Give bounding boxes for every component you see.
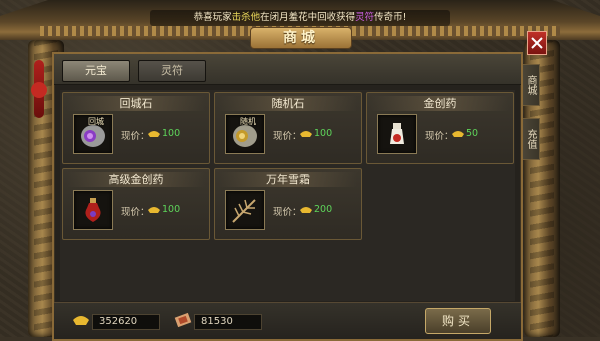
gold-ingot-icon (73, 316, 89, 325)
item-icon-slot (225, 190, 265, 230)
gold-ingot-icon (300, 131, 312, 137)
gold-ingot-icon (148, 207, 160, 213)
item-card-advanced-healing-potion[interactable]: 高级金创药 现价： 100 (62, 168, 210, 240)
item-name: 高级金创药 (67, 172, 205, 187)
price-value: 100 (314, 128, 333, 139)
item-icon-slot (73, 190, 113, 230)
currency-tabs: 元宝 灵符 (54, 54, 521, 85)
item-icon-slot: 随机 (225, 114, 265, 154)
announcement-ticker: 恭喜玩家击杀他在闭月羞花中回收获得灵符传奇币! (150, 10, 450, 26)
window-title: 商城 (250, 27, 352, 49)
gold-ingot-icon (452, 131, 464, 137)
side-tab-recharge[interactable]: 充值 (521, 118, 540, 160)
price-label: 现价： (273, 207, 302, 218)
red-tassel-ornament (31, 60, 47, 118)
price-label: 现价： (425, 131, 454, 142)
tab-talisman[interactable]: 灵符 (138, 60, 206, 82)
announcement-item: 灵符 (355, 12, 375, 23)
price-label: 现价： (273, 131, 302, 142)
currency-footer: 352620 81530 购买 (54, 302, 521, 339)
announcement-player: 击杀他 (231, 12, 261, 23)
close-button[interactable] (527, 31, 547, 55)
item-icon-slot (377, 114, 417, 154)
item-icon-label: 随机 (240, 117, 256, 126)
close-icon (531, 37, 543, 49)
herb-icon (232, 199, 256, 223)
item-grid: 回城石 回城 现价： 100 随机石 随机 现价： 100 金创药 现价： 50… (60, 90, 515, 301)
item-name: 回城石 (67, 96, 205, 111)
item-card-random-stone[interactable]: 随机石 随机 现价： 100 (214, 92, 362, 164)
side-tab-shop[interactable]: 商城 (521, 64, 540, 106)
announcement-middle: 在闭月羞花中回收获得 (260, 12, 356, 23)
price-value: 200 (314, 204, 333, 215)
price-value: 50 (466, 128, 479, 139)
buy-button[interactable]: 购买 (425, 308, 491, 334)
gold-ingot-icon (148, 131, 160, 137)
price-label: 现价： (121, 207, 150, 218)
price-value: 100 (162, 204, 181, 215)
tab-gold-ingot[interactable]: 元宝 (62, 60, 130, 82)
price-label: 现价： (121, 131, 150, 142)
potion-icon (390, 123, 404, 144)
announcement-prefix: 恭喜玩家 (193, 12, 232, 23)
talisman-balance: 81530 (194, 314, 262, 330)
item-icon-label: 回城 (88, 117, 104, 126)
item-name: 随机石 (219, 96, 357, 111)
gold-ingot-balance: 352620 (92, 314, 160, 330)
talisman-icon (174, 312, 192, 328)
item-card-return-stone[interactable]: 回城石 回城 现价： 100 (62, 92, 210, 164)
item-card-healing-potion[interactable]: 金创药 现价： 50 (366, 92, 514, 164)
item-name: 万年雪霜 (219, 172, 357, 187)
price-value: 100 (162, 128, 181, 139)
item-icon-slot: 回城 (73, 114, 113, 154)
item-card-snow-frost[interactable]: 万年雪霜 现价： 200 (214, 168, 362, 240)
announcement-suffix: 传奇币! (374, 12, 407, 23)
red-potion-icon (85, 198, 101, 222)
shop-panel: 元宝 灵符 回城石 回城 现价： 100 随机石 随机 现价： 100 金创药 … (52, 52, 523, 341)
gold-ingot-icon (300, 207, 312, 213)
item-name: 金创药 (371, 96, 509, 111)
